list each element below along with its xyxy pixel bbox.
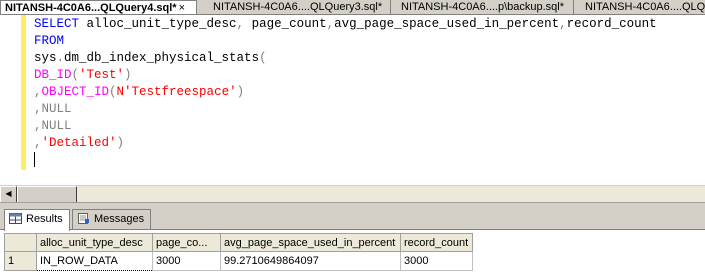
column-header-record-count[interactable]: record_count (400, 233, 473, 252)
row-number[interactable]: 1 (4, 251, 37, 271)
code-token: , (34, 85, 42, 99)
tab-sqlquery4[interactable]: NITANSH-4C0A6...QLQuery4.sql* × (0, 0, 197, 14)
editor-horizontal-scrollbar[interactable]: ◀ (0, 185, 705, 203)
column-header-alloc-unit-type-desc[interactable]: alloc_unit_type_desc (36, 233, 153, 252)
change-tracking-bar (21, 15, 26, 170)
editor-margin (0, 15, 20, 185)
code-token: ( (71, 68, 80, 82)
code-token: ,NULL (34, 102, 72, 116)
code-token: , (236, 17, 252, 31)
code-line[interactable]: ,'Detailed') (34, 135, 705, 152)
messages-icon (78, 213, 89, 224)
code-token: N'Testfreespace' (116, 85, 237, 99)
grid-header-row: alloc_unit_type_desc page_co... avg_page… (4, 233, 473, 252)
code-line[interactable]: FROM (34, 33, 705, 50)
code-token: ( (259, 51, 267, 65)
code-token: 'Detailed' (41, 136, 117, 150)
code-line[interactable]: DB_ID('Test') (34, 67, 705, 84)
grid-corner[interactable] (4, 233, 37, 252)
tab-results[interactable]: Results (4, 209, 70, 231)
code-line[interactable]: sys.dm_db_index_physical_stats( (34, 50, 705, 67)
scrollbar-thumb[interactable] (17, 186, 77, 203)
code-token: FROM (34, 34, 65, 48)
tab-label: NITANSH-4C0A6....QLQu (585, 1, 705, 13)
tab-label: NITANSH-4C0A6....QLQuery3.sql* (213, 1, 383, 13)
results-grid-area: alloc_unit_type_desc page_co... avg_page… (0, 230, 705, 277)
code-token: ) (124, 68, 132, 82)
code-line[interactable]: ,OBJECT_ID(N'Testfreespace') (34, 84, 705, 101)
code-line[interactable]: ,NULL (34, 118, 705, 135)
code-token: , (326, 17, 335, 31)
document-tab-strip: NITANSH-4C0A6...QLQuery4.sql* × NITANSH-4… (0, 0, 705, 15)
code-token: sys (34, 51, 57, 65)
code-token: alloc_unit_type_desc (86, 17, 237, 31)
code-line[interactable] (34, 152, 705, 169)
close-icon[interactable]: × (179, 1, 185, 14)
grid-icon (9, 213, 22, 224)
code-token: page_count (251, 17, 327, 31)
cell-avg-page-space[interactable]: 99.2710649864097 (220, 251, 401, 271)
code-line[interactable]: SELECT alloc_unit_type_desc, page_count,… (34, 16, 705, 33)
scroll-left-button[interactable]: ◀ (0, 186, 17, 203)
code-line[interactable]: ,NULL (34, 101, 705, 118)
code-token: , (34, 136, 42, 150)
column-header-page-count[interactable]: page_co... (152, 233, 221, 252)
code-token: SELECT (34, 17, 87, 31)
cell-page-count[interactable]: 3000 (152, 251, 221, 271)
code-token: avg_page_space_used_in_percent (334, 17, 560, 31)
code-token: OBJECT_ID (41, 85, 110, 99)
tab-messages-label: Messages (94, 213, 145, 225)
code-token: DB_ID (34, 68, 72, 82)
code-token: . (56, 51, 65, 65)
code-token: record_count (566, 17, 657, 31)
code-text[interactable]: SELECT alloc_unit_type_desc, page_count,… (34, 16, 705, 169)
tab-label: NITANSH-4C0A6....p\backup.sql* (401, 1, 565, 13)
tab-messages[interactable]: Messages (72, 209, 152, 229)
table-row[interactable]: 1 IN_ROW_DATA 3000 99.2710649864097 3000 (4, 251, 473, 271)
code-token: ( (109, 85, 117, 99)
column-header-avg-page-space[interactable]: avg_page_space_used_in_percent (220, 233, 401, 252)
triangle-left-icon: ◀ (5, 189, 12, 198)
tab-query-truncated[interactable]: NITANSH-4C0A6....QLQu (581, 0, 705, 14)
sql-editor[interactable]: SELECT alloc_unit_type_desc, page_count,… (0, 15, 705, 185)
results-tab-strip: Results Messages (0, 202, 705, 231)
code-token: dm_db_index_physical_stats (64, 51, 260, 65)
tab-results-label: Results (26, 213, 63, 225)
code-token: 'Test' (79, 68, 125, 82)
cell-alloc-unit-type-desc[interactable]: IN_ROW_DATA (36, 251, 153, 271)
code-token: , (559, 17, 567, 31)
results-grid[interactable]: alloc_unit_type_desc page_co... avg_page… (4, 233, 473, 271)
tab-sqlquery3[interactable]: NITANSH-4C0A6....QLQuery3.sql* (209, 0, 391, 14)
text-caret (34, 152, 35, 168)
code-token: ) (236, 85, 245, 99)
tab-backup[interactable]: NITANSH-4C0A6....p\backup.sql* (397, 0, 574, 14)
code-token: ,NULL (34, 119, 72, 133)
cell-record-count[interactable]: 3000 (400, 251, 473, 271)
tab-label: NITANSH-4C0A6...QLQuery4.sql* (5, 2, 177, 14)
code-token: ) (116, 136, 125, 150)
